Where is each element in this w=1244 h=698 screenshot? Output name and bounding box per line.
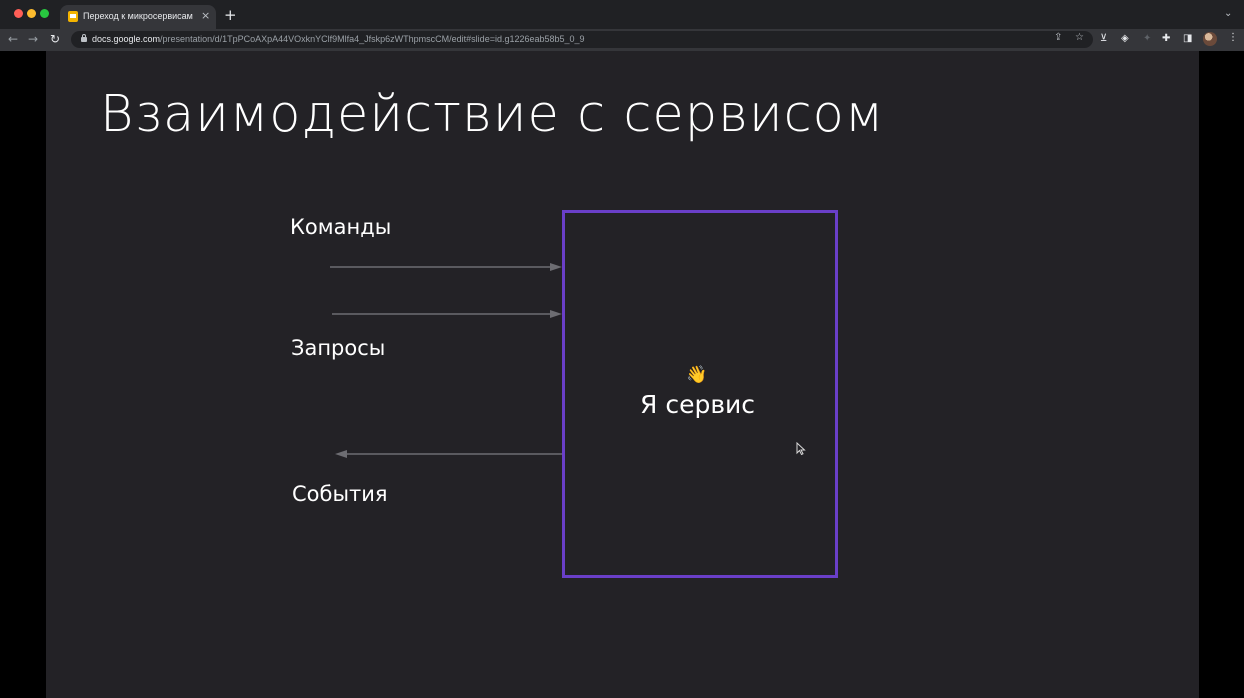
- waving-hand-icon: 👋: [686, 365, 708, 385]
- window-zoom-button[interactable]: [40, 9, 49, 18]
- reload-icon[interactable]: ↻: [50, 31, 60, 47]
- tab-close-icon[interactable]: ×: [201, 9, 210, 22]
- extension-diamond-icon[interactable]: ◈: [1121, 33, 1129, 44]
- browser-tab-active[interactable]: Переход к микросервисам - Google Slides …: [60, 5, 216, 29]
- events-arrow: [335, 450, 562, 458]
- slides-favicon-icon: [68, 11, 78, 22]
- extension-icon[interactable]: ⊻: [1100, 33, 1107, 44]
- new-tab-button[interactable]: +: [224, 6, 237, 24]
- presentation-viewport: Взаимодействие с сервисом Команды Запрос…: [0, 51, 1244, 698]
- lock-icon: [81, 34, 87, 42]
- window-close-button[interactable]: [14, 9, 23, 18]
- service-label: Я сервис: [640, 390, 756, 419]
- url-text[interactable]: docs.google.com/presentation/d/1TpPCoAXp…: [92, 34, 585, 44]
- extension-disabled-icon[interactable]: ✦: [1143, 33, 1151, 44]
- window-minimize-button[interactable]: [27, 9, 36, 18]
- mouse-cursor-icon: [796, 442, 806, 456]
- slide: Взаимодействие с сервисом Команды Запрос…: [46, 51, 1199, 698]
- extensions-puzzle-icon[interactable]: ✚: [1162, 33, 1170, 44]
- url-path: /presentation/d/1TpPCoAXpA44VOxknYClf9Ml…: [160, 34, 585, 44]
- browser-toolbar: ← → ↻ docs.google.com/presentation/d/1Tp…: [0, 29, 1244, 51]
- browser-tab-strip: Переход к микросервисам - Google Slides …: [0, 0, 1244, 29]
- url-host: docs.google.com: [92, 34, 161, 44]
- share-icon[interactable]: ⇪: [1054, 32, 1062, 43]
- commands-arrow: [330, 263, 562, 271]
- profile-avatar[interactable]: [1203, 32, 1217, 46]
- address-bar[interactable]: docs.google.com/presentation/d/1TpPCoAXp…: [71, 31, 1093, 48]
- bookmark-star-icon[interactable]: ☆: [1075, 32, 1084, 43]
- tab-title: Переход к микросервисам - Google Slides: [83, 11, 195, 21]
- tab-search-chevron-icon[interactable]: ⌄: [1224, 8, 1232, 19]
- side-panel-icon[interactable]: ◨: [1183, 33, 1192, 44]
- browser-menu-icon[interactable]: ⋮: [1228, 32, 1238, 43]
- forward-arrow-icon[interactable]: →: [28, 31, 38, 47]
- back-arrow-icon[interactable]: ←: [8, 31, 18, 47]
- queries-arrow: [332, 310, 562, 318]
